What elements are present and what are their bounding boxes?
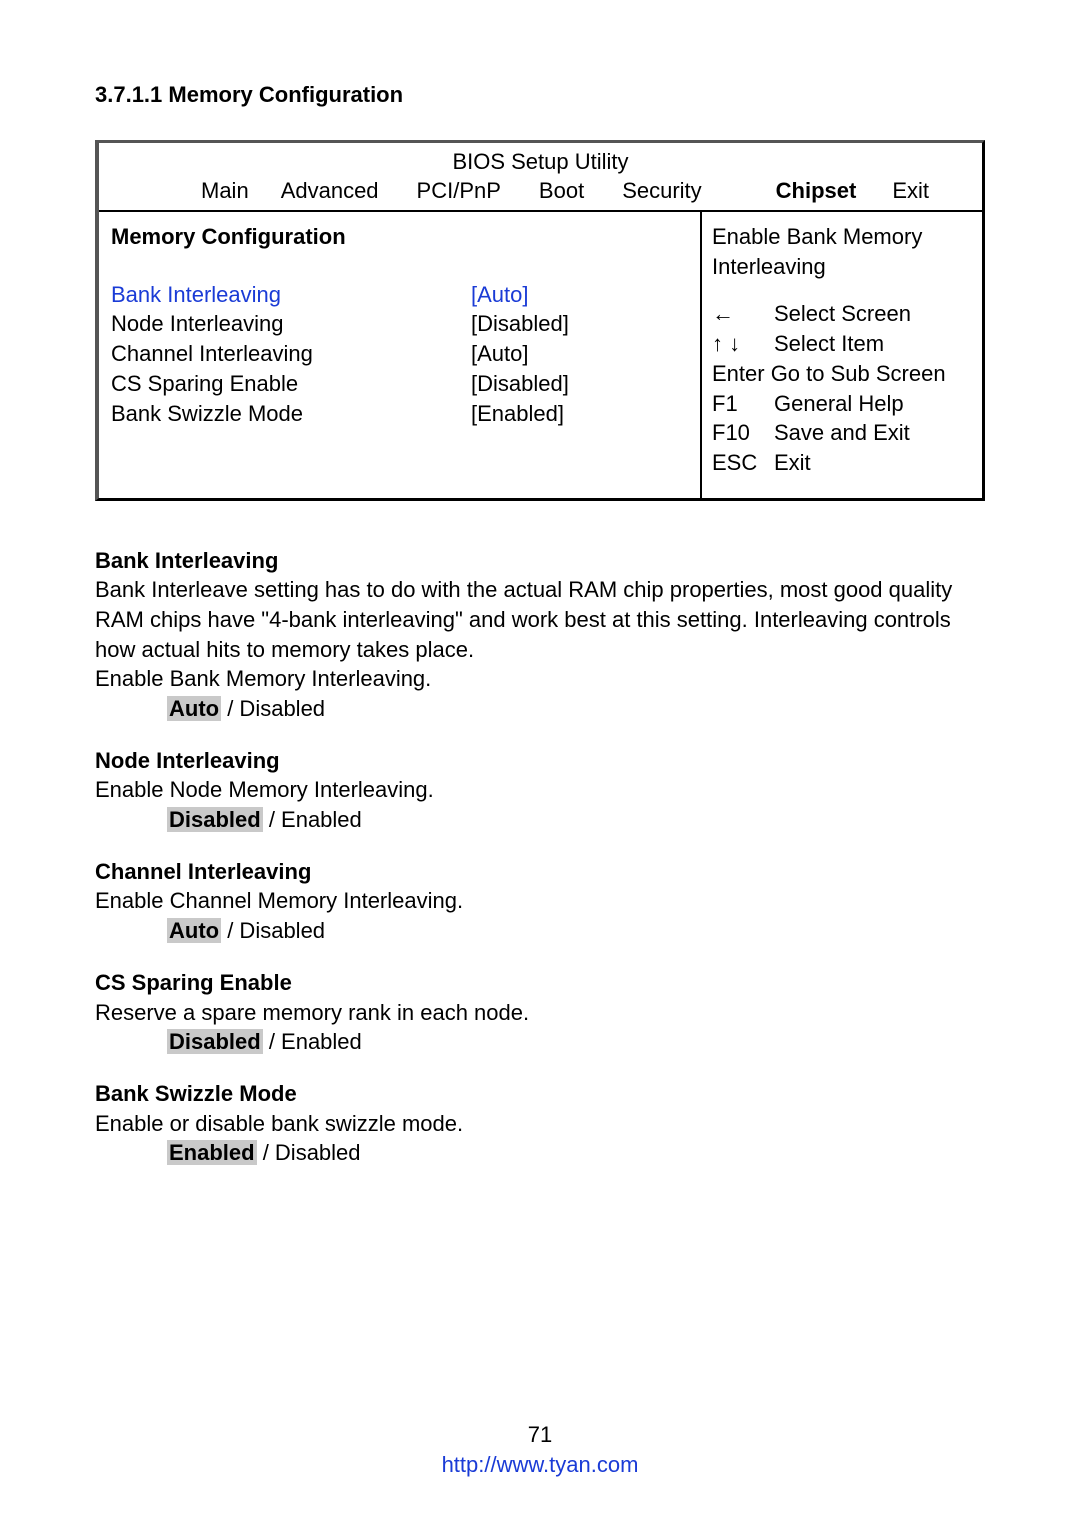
bios-title: BIOS Setup Utility <box>99 143 982 177</box>
default-option: Disabled <box>167 1029 263 1054</box>
bios-tabs: Main Advanced PCI/PnP Boot Security Chip… <box>99 176 982 210</box>
settings-labels: Bank Interleaving Node Interleaving Chan… <box>111 280 471 428</box>
default-option: Auto <box>167 918 221 943</box>
desc-bank-swizzle: Bank Swizzle Mode Enable or disable bank… <box>95 1079 985 1168</box>
settings-values: [Auto] [Disabled] [Auto] [Disabled] [Ena… <box>471 280 569 428</box>
value-node-interleaving[interactable]: [Disabled] <box>471 309 569 339</box>
desc-body: Enable Channel Memory Interleaving. <box>95 886 985 916</box>
alt-option: / Enabled <box>263 1029 362 1054</box>
value-cs-sparing[interactable]: [Disabled] <box>471 369 569 399</box>
key-key: F10 <box>712 418 774 448</box>
page-number: 71 <box>0 1420 1080 1450</box>
help-desc-line2: Interleaving <box>712 252 972 282</box>
key-select-item: ↑ ↓ Select Item <box>712 329 972 359</box>
help-description: Enable Bank Memory Interleaving <box>712 222 972 281</box>
desc-node-interleaving: Node Interleaving Enable Node Memory Int… <box>95 746 985 835</box>
alt-option: / Disabled <box>221 918 325 943</box>
desc-title: CS Sparing Enable <box>95 968 985 998</box>
settings-list: Bank Interleaving Node Interleaving Chan… <box>111 280 688 428</box>
setting-bank-swizzle[interactable]: Bank Swizzle Mode <box>111 399 471 429</box>
key-label: Select Item <box>774 329 884 359</box>
setting-bank-interleaving[interactable]: Bank Interleaving <box>111 280 471 310</box>
desc-options: Auto / Disabled <box>95 916 985 946</box>
page-footer: 71 http://www.tyan.com <box>0 1420 1080 1479</box>
desc-body: Enable Node Memory Interleaving. <box>95 775 985 805</box>
key-select-screen: ← Select Screen <box>712 299 972 329</box>
bios-right-panel: Enable Bank Memory Interleaving ← Select… <box>702 212 982 498</box>
alt-option: / Enabled <box>263 807 362 832</box>
desc-options: Enabled / Disabled <box>95 1138 985 1168</box>
desc-body: Bank Interleave setting has to do with t… <box>95 575 985 664</box>
tab-advanced[interactable]: Advanced <box>281 176 379 206</box>
alt-option: / Disabled <box>257 1140 361 1165</box>
desc-title: Bank Swizzle Mode <box>95 1079 985 1109</box>
key-label: Save and Exit <box>774 418 910 448</box>
key-key: F1 <box>712 389 774 419</box>
desc-title: Bank Interleaving <box>95 546 985 576</box>
bios-left-panel: Memory Configuration Bank Interleaving N… <box>99 212 702 498</box>
desc-title: Channel Interleaving <box>95 857 985 887</box>
key-label: Exit <box>774 448 811 478</box>
tab-boot[interactable]: Boot <box>539 176 584 206</box>
default-option: Auto <box>167 696 221 721</box>
desc-options: Disabled / Enabled <box>95 1027 985 1057</box>
desc-bank-interleaving: Bank Interleaving Bank Interleave settin… <box>95 546 985 724</box>
left-arrow-icon: ← <box>712 299 774 329</box>
updown-arrow-icon: ↑ ↓ <box>712 329 774 359</box>
tab-security[interactable]: Security <box>622 176 701 206</box>
bios-body: Memory Configuration Bank Interleaving N… <box>99 210 982 498</box>
desc-channel-interleaving: Channel Interleaving Enable Channel Memo… <box>95 857 985 946</box>
key-esc: ESC Exit <box>712 448 972 478</box>
bios-box: BIOS Setup Utility Main Advanced PCI/PnP… <box>95 140 985 501</box>
value-channel-interleaving[interactable]: [Auto] <box>471 339 569 369</box>
key-f10: F10 Save and Exit <box>712 418 972 448</box>
key-f1: F1 General Help <box>712 389 972 419</box>
default-option: Disabled <box>167 807 263 832</box>
desc-body: Enable Bank Memory Interleaving. <box>95 664 985 694</box>
setting-channel-interleaving[interactable]: Channel Interleaving <box>111 339 471 369</box>
desc-title: Node Interleaving <box>95 746 985 776</box>
desc-body: Enable or disable bank swizzle mode. <box>95 1109 985 1139</box>
desc-options: Auto / Disabled <box>95 694 985 724</box>
key-key: ESC <box>712 448 774 478</box>
desc-options: Disabled / Enabled <box>95 805 985 835</box>
section-heading: 3.7.1.1 Memory Configuration <box>95 80 985 110</box>
desc-cs-sparing: CS Sparing Enable Reserve a spare memory… <box>95 968 985 1057</box>
default-option: Enabled <box>167 1140 257 1165</box>
panel-title: Memory Configuration <box>111 222 688 252</box>
key-label: General Help <box>774 389 904 419</box>
help-desc-line1: Enable Bank Memory <box>712 222 972 252</box>
key-label: Select Screen <box>774 299 911 329</box>
value-bank-interleaving[interactable]: [Auto] <box>471 280 569 310</box>
desc-body: Reserve a spare memory rank in each node… <box>95 998 985 1028</box>
tab-exit[interactable]: Exit <box>892 176 929 206</box>
value-bank-swizzle[interactable]: [Enabled] <box>471 399 569 429</box>
tab-main[interactable]: Main <box>201 176 249 206</box>
tab-pcipnp[interactable]: PCI/PnP <box>417 176 501 206</box>
tab-chipset[interactable]: Chipset <box>776 176 857 206</box>
setting-cs-sparing[interactable]: CS Sparing Enable <box>111 369 471 399</box>
key-enter: Enter Go to Sub Screen <box>712 359 972 389</box>
footer-link[interactable]: http://www.tyan.com <box>0 1450 1080 1480</box>
setting-node-interleaving[interactable]: Node Interleaving <box>111 309 471 339</box>
alt-option: / Disabled <box>221 696 325 721</box>
